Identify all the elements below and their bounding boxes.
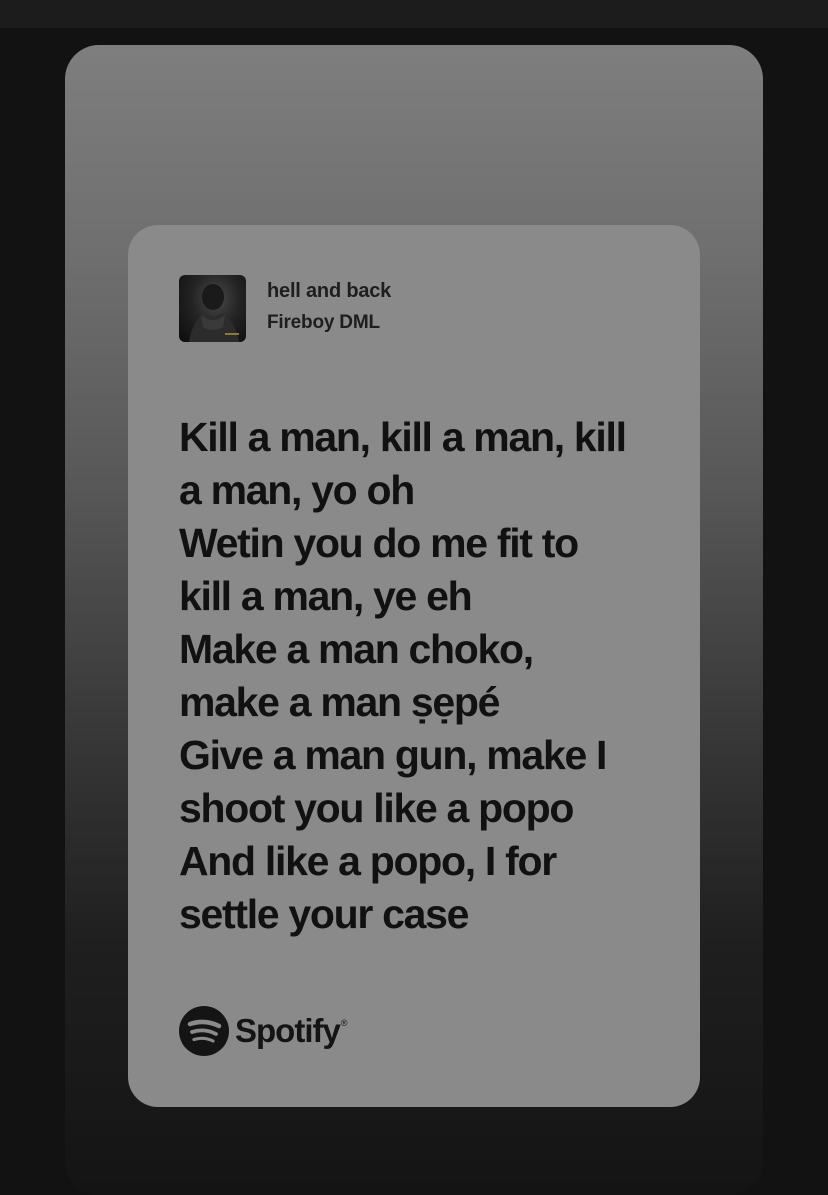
lyric-line: Make a man choko, [179, 626, 534, 672]
lyric-line: make a man ṣẹpé [179, 679, 500, 725]
spotify-wordmark: Spotify® [235, 1012, 348, 1050]
album-art-image [179, 275, 246, 342]
lyric-line: settle your case [179, 891, 469, 937]
album-cover-portrait-icon [189, 284, 239, 342]
trademark-symbol: ® [340, 1018, 348, 1028]
lyric-line: Give a man gun, make I [179, 732, 607, 778]
lyric-line: kill a man, ye eh [179, 573, 473, 619]
spotify-icon [179, 1006, 229, 1056]
top-strip [0, 0, 828, 28]
track-title: hell and back [267, 280, 392, 302]
lyric-line: a man, yo oh [179, 467, 415, 513]
lyric-line: And like a popo, I for [179, 838, 557, 884]
lyric-line: shoot you like a popo [179, 785, 574, 831]
lyrics-card: hell and back Fireboy DML Kill a man, ki… [128, 225, 700, 1107]
lyric-line: Wetin you do me fit to [179, 520, 579, 566]
spotify-wordmark-text: Spotify [235, 1012, 341, 1049]
track-artist: Fireboy DML [267, 312, 380, 333]
lyric-line: Kill a man, kill a man, kill [179, 414, 627, 460]
lyrics-block: Kill a man, kill a man, kill a man, yo o… [179, 411, 669, 941]
spotify-logo: Spotify® [179, 1005, 348, 1057]
